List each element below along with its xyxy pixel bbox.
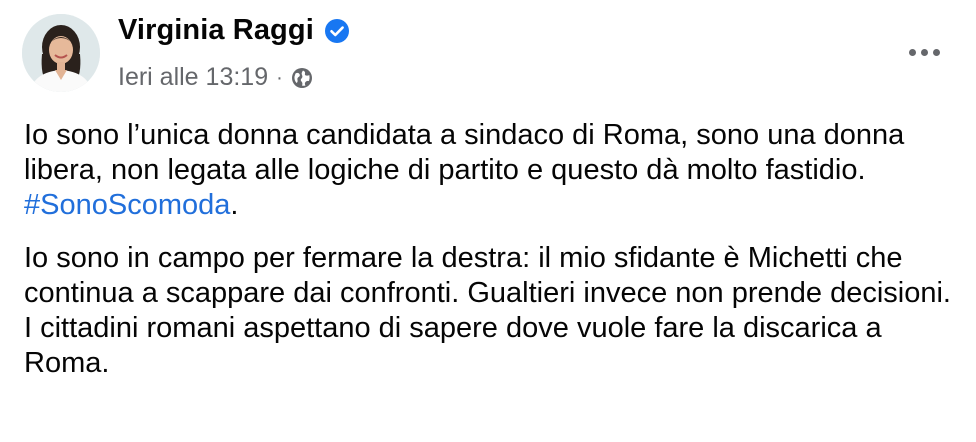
globe-icon[interactable]	[291, 67, 313, 89]
more-dot	[920, 48, 928, 56]
post-timestamp[interactable]: Ieri alle 13:19	[118, 63, 268, 92]
more-dot	[908, 48, 916, 56]
verified-badge-icon	[324, 18, 350, 44]
paragraph-1-text: Io sono l’unica donna candidata a sindac…	[24, 119, 905, 186]
author-header: Virginia Raggi	[118, 14, 350, 47]
paragraph-1-end: .	[230, 189, 239, 221]
author-name[interactable]: Virginia Raggi	[118, 14, 314, 47]
post-paragraph-2: Io sono in campo per fermare la destra: …	[24, 242, 951, 379]
hashtag-link[interactable]: #SonoScomoda	[24, 189, 230, 221]
profile-photo	[22, 14, 100, 92]
post-content: Io sono l’unica donna candidata a sindac…	[24, 118, 954, 381]
more-dot	[932, 48, 940, 56]
post-paragraph-1: Io sono l’unica donna candidata a sindac…	[24, 118, 954, 223]
post-meta: Ieri alle 13:19 ·	[118, 63, 313, 92]
more-options-icon[interactable]	[902, 40, 946, 64]
meta-separator: ·	[276, 66, 283, 89]
avatar[interactable]	[22, 14, 100, 92]
facebook-post: Virginia Raggi Ieri alle 13:19 · Io sono…	[0, 0, 976, 442]
